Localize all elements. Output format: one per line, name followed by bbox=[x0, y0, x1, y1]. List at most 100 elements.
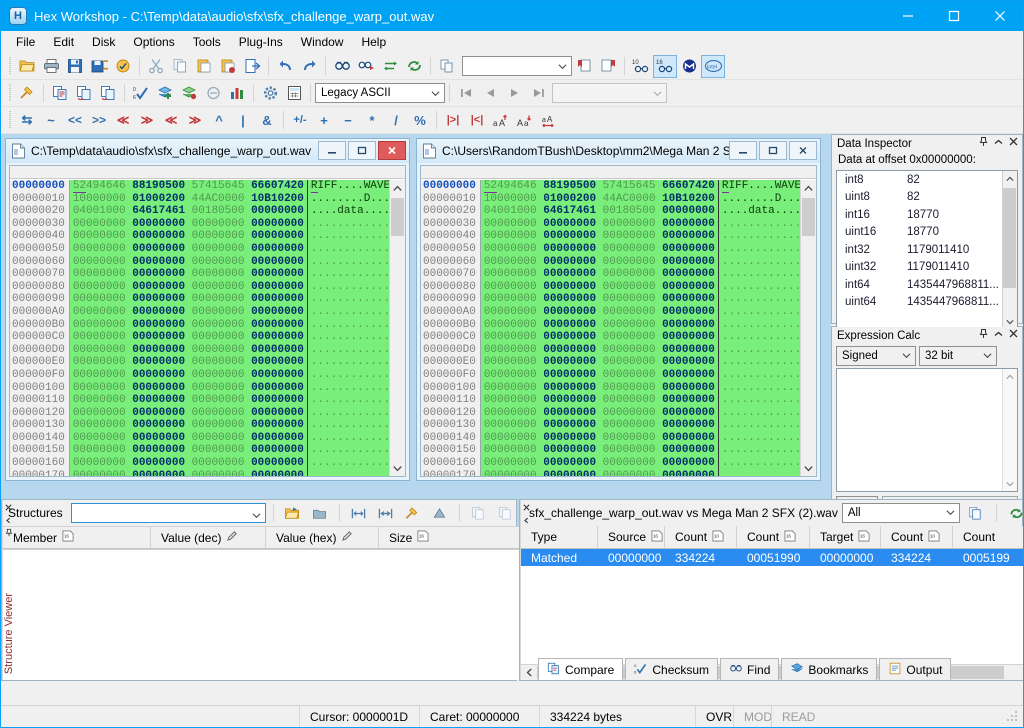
hex-ascii[interactable]: ................ bbox=[718, 394, 800, 407]
results-column-tcount-hex[interactable]: Count bbox=[953, 526, 1023, 548]
hex-bytes[interactable]: 00000000 00000000 00000000 00000000 bbox=[69, 331, 308, 344]
hex-row[interactable]: 00000040 00000000 00000000 00000000 00000… bbox=[10, 230, 389, 243]
hex-row[interactable]: 000000E0 00000000 00000000 00000000 00000… bbox=[10, 356, 389, 369]
shift-block-right-icon[interactable]: |>| bbox=[441, 109, 465, 132]
hex-ascii[interactable]: ................ bbox=[307, 419, 389, 432]
hex-bytes[interactable]: 52494646 88190500 57415645 66607420 bbox=[69, 180, 308, 194]
refresh-icon[interactable] bbox=[402, 55, 426, 78]
hex-row[interactable]: 00000160 00000000 00000000 00000000 00000… bbox=[10, 457, 389, 470]
scroll-up-icon[interactable] bbox=[801, 180, 816, 196]
structure-library-icon[interactable] bbox=[308, 502, 332, 525]
redo-icon[interactable] bbox=[297, 55, 321, 78]
open-structure-icon[interactable] bbox=[281, 502, 305, 525]
print-icon[interactable] bbox=[39, 55, 63, 78]
hex-ascii[interactable]: ................ bbox=[718, 368, 800, 382]
hex-row[interactable]: 00000110 00000000 00000000 00000000 00000… bbox=[421, 394, 800, 407]
close-icon[interactable] bbox=[5, 502, 13, 515]
hex-row[interactable]: 000000E0 00000000 00000000 00000000 00000… bbox=[421, 356, 800, 369]
base16-icon[interactable]: 16 bbox=[653, 54, 677, 78]
pin-icon[interactable] bbox=[979, 136, 988, 150]
expression-calc-scrollbar[interactable] bbox=[1002, 369, 1017, 491]
hex-row[interactable]: 000000C0 00000000 00000000 00000000 00000… bbox=[10, 331, 389, 344]
shift-block-left-icon[interactable]: |<| bbox=[465, 109, 489, 132]
scroll-down-icon[interactable] bbox=[1003, 476, 1017, 491]
sign-select[interactable]: Signed bbox=[836, 346, 916, 366]
hex-bytes[interactable]: 00000000 00000000 00000000 00000000 bbox=[69, 217, 308, 231]
hex-bytes[interactable]: 00000000 00000000 00000000 00000000 bbox=[480, 444, 719, 458]
bookmark-add-icon[interactable] bbox=[572, 55, 596, 78]
hex-ascii[interactable]: ................ bbox=[718, 343, 800, 357]
toolbar-grip[interactable] bbox=[8, 111, 12, 129]
hex-bytes[interactable]: 00000000 00000000 00000000 00000000 bbox=[480, 419, 719, 432]
hex-row[interactable]: 000000D0 00000000 00000000 00000000 00000… bbox=[421, 343, 800, 357]
hex-row[interactable]: 00000050 00000000 00000000 00000000 00000… bbox=[10, 242, 389, 256]
hex-bytes[interactable]: 00000000 00000000 00000000 00000000 bbox=[480, 242, 719, 256]
tab-checksum[interactable]: 06 Checksum bbox=[625, 658, 719, 680]
hex-ascii[interactable]: ................ bbox=[718, 293, 800, 306]
hex-row[interactable]: 000000A0 00000000 00000000 00000000 00000… bbox=[421, 305, 800, 319]
scroll-up-icon[interactable] bbox=[1003, 171, 1017, 186]
hex-row[interactable]: 00000130 00000000 00000000 00000000 00000… bbox=[421, 419, 800, 432]
hex-bytes[interactable]: 00000000 00000000 00000000 00000000 bbox=[69, 305, 308, 319]
hex-row[interactable]: 00000080 00000000 00000000 00000000 00000… bbox=[10, 280, 389, 294]
tab-output[interactable]: Output bbox=[879, 658, 952, 680]
hex-bytes[interactable]: 00000000 00000000 00000000 00000000 bbox=[69, 230, 308, 243]
hex-bytes[interactable]: 00000000 00000000 00000000 00000000 bbox=[69, 394, 308, 407]
close-icon[interactable] bbox=[977, 1, 1023, 31]
hex-ascii[interactable]: ................ bbox=[307, 381, 389, 395]
hex-bytes[interactable]: 00000000 00000000 00000000 00000000 bbox=[69, 255, 308, 269]
hex-ascii[interactable]: ................ bbox=[307, 255, 389, 269]
hex-row[interactable]: 00000140 00000000 00000000 00000000 00000… bbox=[421, 431, 800, 445]
hex-ascii[interactable]: RIFF....WAVEfmt bbox=[718, 180, 800, 194]
hex-ascii[interactable]: ................ bbox=[307, 368, 389, 382]
collapse-icon[interactable] bbox=[5, 515, 13, 528]
hex-window-2[interactable]: C:\Users\RandomTBush\Desktop\mm2\Mega Ma… bbox=[416, 138, 821, 481]
hex-row[interactable]: 000000B0 00000000 00000000 00000000 00000… bbox=[421, 318, 800, 332]
hex-ascii[interactable]: ................ bbox=[307, 242, 389, 256]
hex-ascii[interactable]: ................ bbox=[307, 305, 389, 319]
hex-row[interactable]: 00000170 00000000 00000000 00000000 00000… bbox=[421, 469, 800, 476]
bitwise-not-icon[interactable]: ~ bbox=[39, 109, 63, 132]
options-gear-icon[interactable] bbox=[258, 82, 282, 105]
uppercase-icon[interactable]: aA bbox=[489, 109, 513, 132]
bitwise-xor-icon[interactable]: ^ bbox=[207, 109, 231, 132]
hex-bytes[interactable]: 00000000 00000000 00000000 00000000 bbox=[480, 356, 719, 369]
hex-row[interactable]: 00000060 00000000 00000000 00000000 00000… bbox=[10, 255, 389, 269]
column-value-dec[interactable]: Value (dec) bbox=[151, 527, 266, 548]
hex-row[interactable]: 00000070 00000000 00000000 00000000 00000… bbox=[10, 268, 389, 281]
hex-row[interactable]: 00000110 00000000 00000000 00000000 00000… bbox=[10, 394, 389, 407]
toolbar-grip[interactable] bbox=[8, 84, 12, 102]
edit-pencil-icon[interactable] bbox=[341, 530, 353, 545]
results-column-source[interactable]: Source 16 bbox=[598, 526, 665, 548]
rotate-right-icon[interactable]: ≫ bbox=[135, 109, 159, 132]
hex-bytes[interactable]: 00000000 00000000 00000000 00000000 bbox=[69, 368, 308, 382]
compare-icon[interactable] bbox=[48, 82, 72, 105]
menu-disk[interactable]: Disk bbox=[83, 32, 124, 52]
hex-ascii[interactable]: ................ bbox=[718, 305, 800, 319]
menu-help[interactable]: Help bbox=[352, 32, 395, 52]
hex-ascii[interactable]: ................ bbox=[307, 230, 389, 243]
minimize-icon[interactable] bbox=[318, 141, 346, 160]
maximize-icon[interactable] bbox=[348, 141, 376, 160]
bookmark-combo[interactable] bbox=[462, 56, 572, 76]
properties-icon[interactable] bbox=[111, 55, 135, 78]
hex-row[interactable]: 00000080 00000000 00000000 00000000 00000… bbox=[421, 280, 800, 294]
copy-icon[interactable] bbox=[467, 502, 491, 525]
find-icon[interactable] bbox=[330, 55, 354, 78]
structure-lib-icon[interactable] bbox=[177, 82, 201, 105]
replace-icon[interactable] bbox=[378, 55, 402, 78]
hex-window-1[interactable]: C:\Temp\data\audio\sfx\sfx_challenge_war… bbox=[5, 138, 410, 481]
hex-row[interactable]: 00000120 00000000 00000000 00000000 00000… bbox=[421, 406, 800, 420]
paste-icon[interactable] bbox=[192, 55, 216, 78]
calculator-icon[interactable] bbox=[282, 82, 306, 105]
close-icon[interactable] bbox=[1009, 329, 1018, 341]
menu-tools[interactable]: Tools bbox=[184, 32, 230, 52]
intel-icon[interactable]: intel bbox=[701, 54, 725, 78]
hex-ascii[interactable]: ....data........ bbox=[718, 205, 800, 218]
collapse-icon[interactable] bbox=[994, 137, 1003, 149]
scroll-up-icon[interactable] bbox=[390, 180, 405, 196]
hex-ascii[interactable]: ................ bbox=[307, 331, 389, 344]
hex-ascii[interactable]: ................ bbox=[718, 469, 800, 476]
hex-bytes[interactable]: 00000000 00000000 00000000 00000000 bbox=[480, 305, 719, 319]
close-icon[interactable] bbox=[1009, 137, 1018, 149]
